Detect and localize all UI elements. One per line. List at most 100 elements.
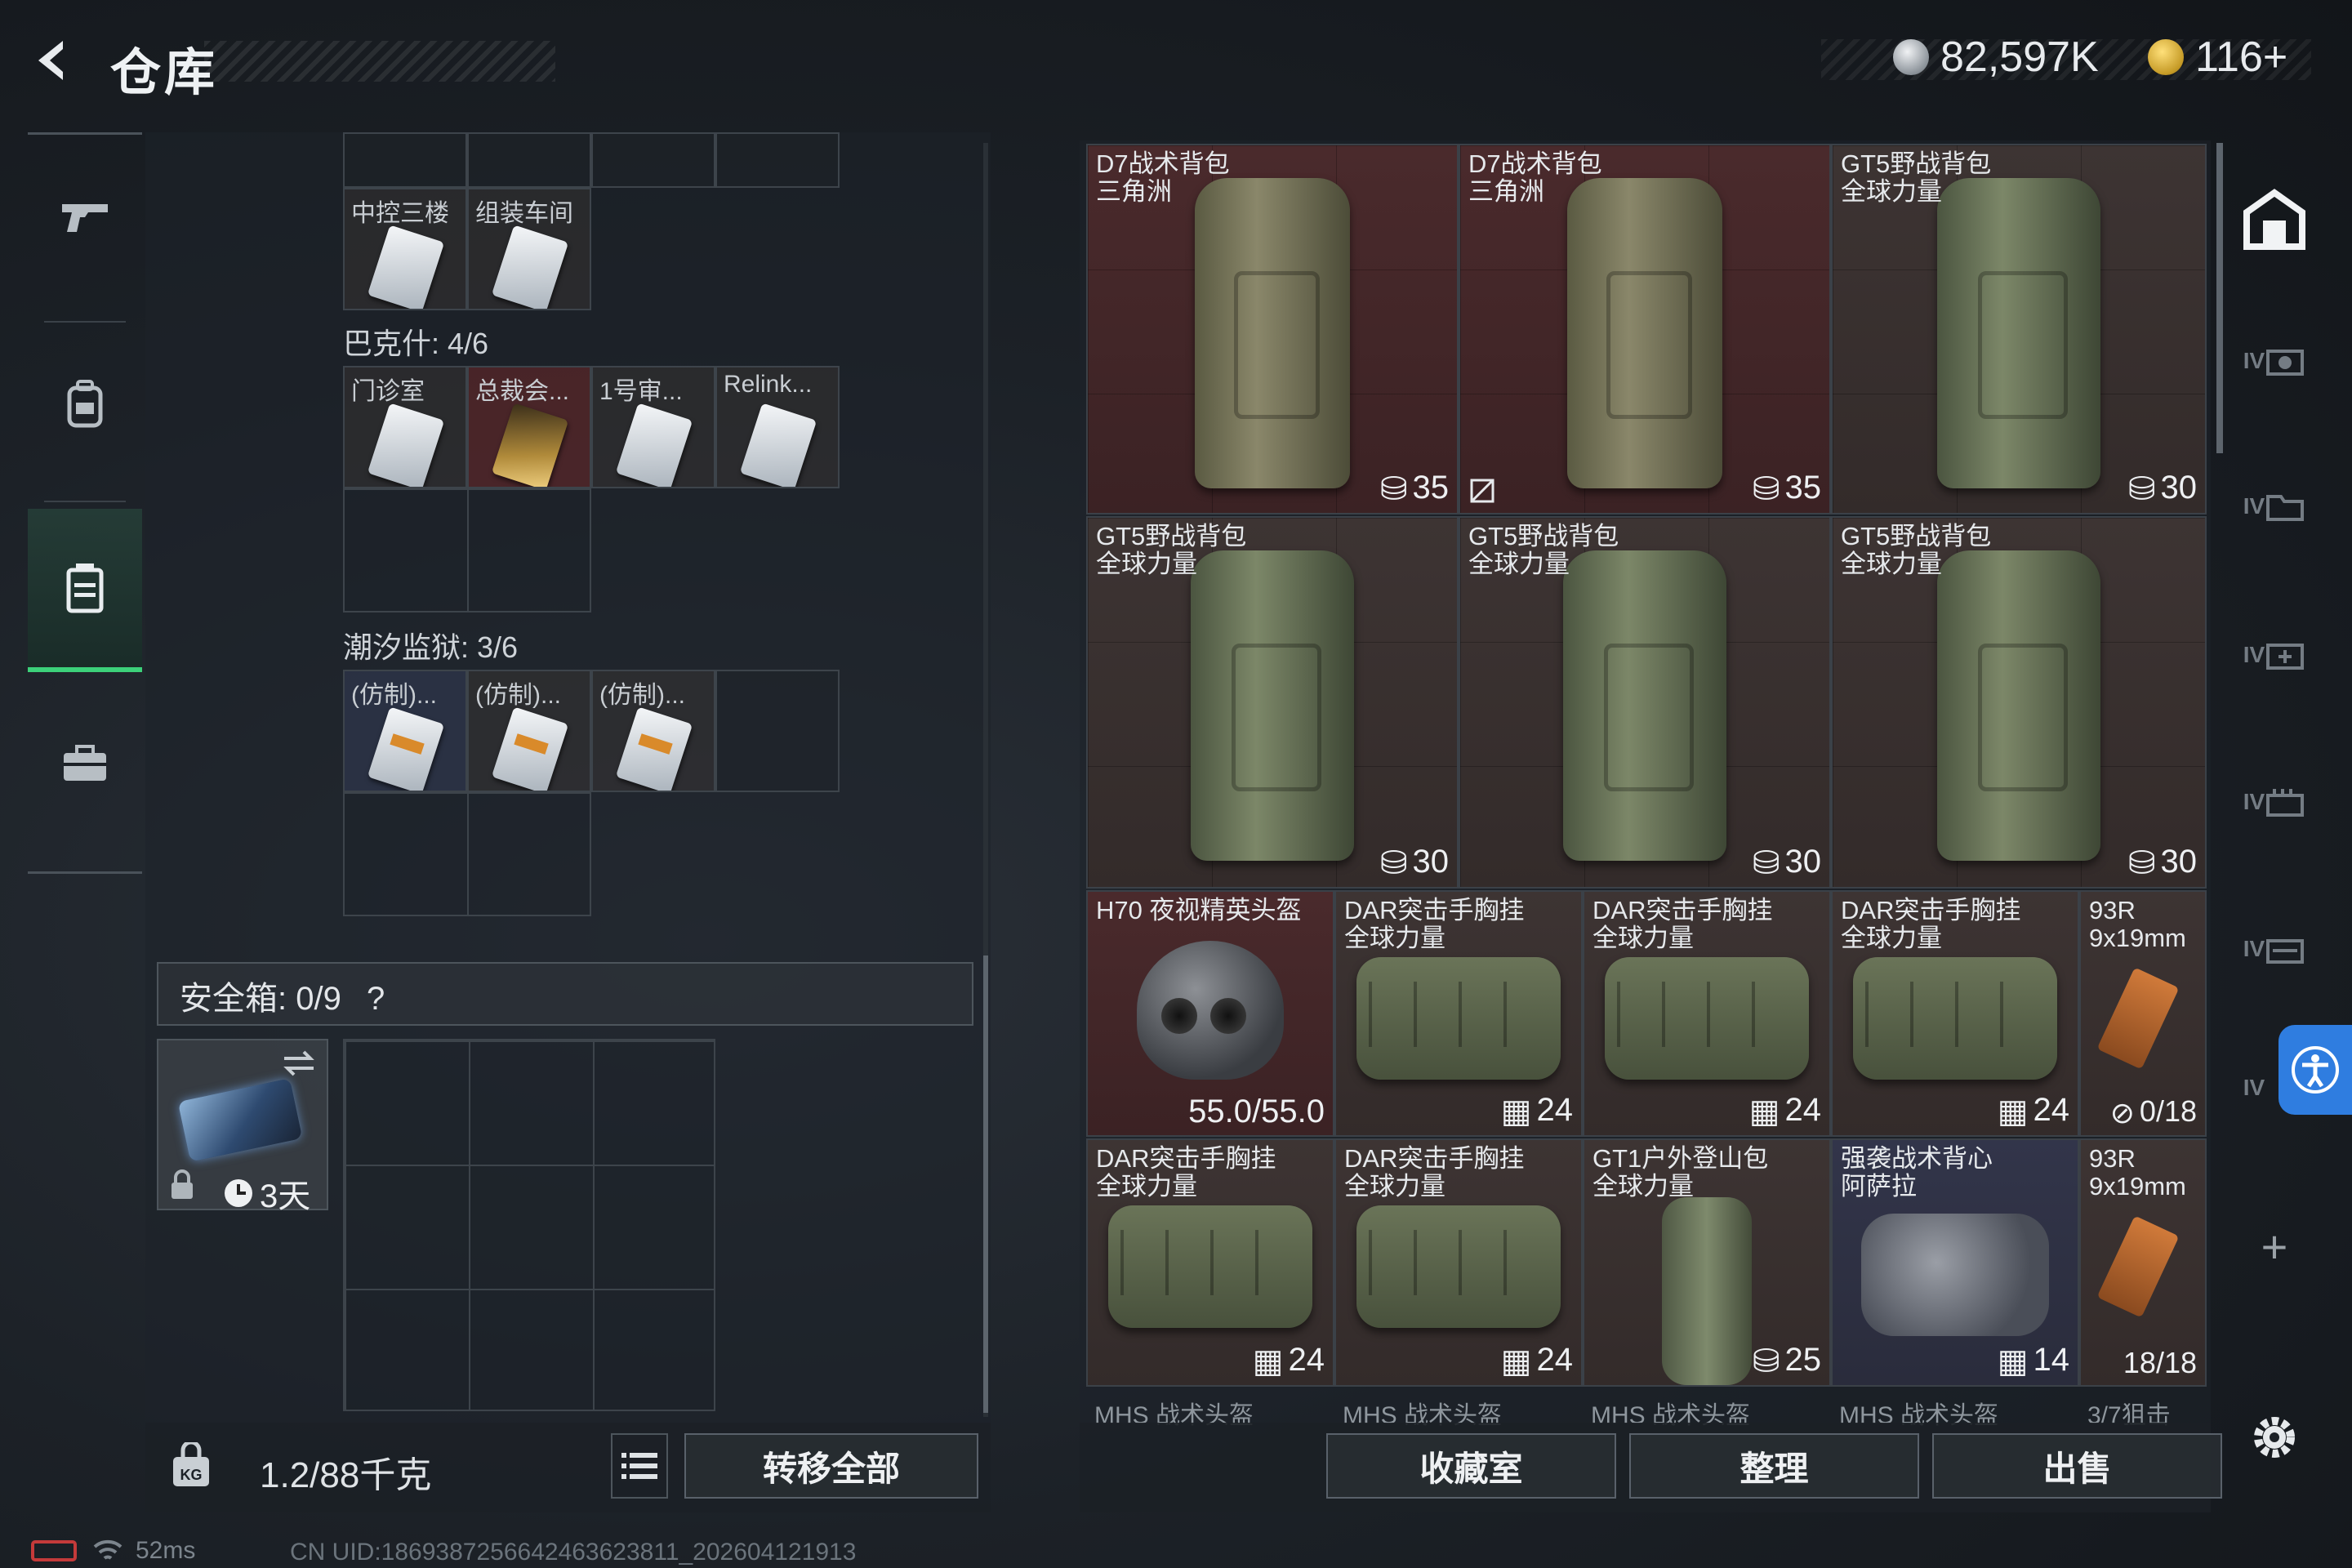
keycard-icon: [367, 225, 445, 309]
safe-case-icon: [177, 1078, 303, 1162]
inventory-item-93r-pistol[interactable]: 93R 9x19mm ⊘ 0/18: [2079, 890, 2207, 1137]
inventory-scrollbar-thumb[interactable]: [2216, 143, 2223, 453]
gold-currency[interactable]: 116+: [2148, 33, 2287, 82]
nav-equipment[interactable]: [28, 323, 142, 486]
silver-currency[interactable]: 82,597K: [1893, 33, 2099, 82]
storage-cell[interactable]: [343, 132, 467, 188]
keycard-cell[interactable]: (仿制)...: [467, 670, 591, 792]
item-name: D7战术背包 三角洲: [1468, 149, 1602, 206]
user-uid: CN UID:1869387256642463623811_2026041219…: [290, 1539, 857, 1566]
camera-box-icon: [2266, 350, 2305, 376]
storage-cell[interactable]: [715, 670, 840, 792]
list-view-button[interactable]: [611, 1433, 668, 1499]
item-capacity: ⛁ 35: [1752, 469, 1821, 507]
sort-button[interactable]: 整理: [1629, 1433, 1919, 1499]
storage-tab-6[interactable]: IV: [2234, 1047, 2274, 1129]
inventory-item-dar-rig[interactable]: DAR突击手胸挂 全球力量 ▦ 24: [1583, 890, 1831, 1137]
item-name: DAR突击手胸挂 全球力量: [1592, 896, 1773, 952]
keycard-cell[interactable]: 门诊室: [343, 366, 467, 488]
storage-tab-3[interactable]: IV: [2234, 614, 2315, 696]
storage-icon: [66, 564, 104, 613]
storage-tab-4[interactable]: IV: [2234, 761, 2315, 843]
chest-rig-icon: [1108, 1205, 1312, 1328]
weight-icon: KG: [173, 1442, 209, 1486]
storage-tab-1[interactable]: IV: [2234, 320, 2315, 402]
keycard-icon: [739, 403, 817, 487]
inventory-item-gt1-backpack[interactable]: GT1户外登山包 全球力量 ⛁ 25: [1583, 1138, 1831, 1387]
inventory-item-dar-rig[interactable]: DAR突击手胸挂 全球力量 ▦ 24: [1086, 1138, 1334, 1387]
storage-scrollbar-thumb[interactable]: [983, 956, 988, 1413]
chest-rig-icon: [1605, 957, 1809, 1080]
keycard-cell[interactable]: 中控三楼: [343, 188, 467, 310]
no-insure-icon: [1470, 479, 1494, 503]
inventory-item-dar-rig[interactable]: DAR突击手胸挂 全球力量 ▦ 24: [1334, 890, 1583, 1137]
warehouse-icon: [2243, 189, 2305, 250]
rig-capacity-icon: ▦: [1500, 1343, 1532, 1379]
item-capacity: ▦ 24: [1997, 1091, 2069, 1129]
inventory-item-assault-vest[interactable]: 强袭战术背心 阿萨拉 ▦ 14: [1831, 1138, 2079, 1387]
item-ammo: ⊘ 0/18: [2109, 1094, 2197, 1129]
keycard-cell[interactable]: Relink...: [715, 366, 840, 488]
item-capacity: ⛁ 25: [1752, 1341, 1821, 1379]
inventory-item-gt5-backpack[interactable]: GT5野战背包 全球力量 ⛁ 30: [1459, 516, 1831, 889]
keycard-name: 总裁会...: [475, 378, 570, 405]
chest-rig-icon: [1853, 957, 2057, 1080]
storage-tab-2[interactable]: IV: [2234, 466, 2315, 547]
safe-box-item[interactable]: 3天: [157, 1039, 328, 1214]
warehouse-tab[interactable]: [2234, 178, 2315, 260]
item-name: 93R 9x19mm: [2089, 1144, 2186, 1200]
backpack-icon: [1662, 1197, 1752, 1385]
storage-cell[interactable]: [591, 132, 715, 188]
medkit-icon: [2266, 644, 2305, 670]
inventory-item-d7-backpack[interactable]: D7战术背包 三角洲 ⛁ 35: [1459, 144, 1831, 514]
page-title: 仓库: [110, 45, 219, 101]
item-capacity: ⛁ 30: [1379, 843, 1449, 881]
keycard-cell[interactable]: (仿制)...: [591, 670, 715, 792]
item-capacity: ▦ 24: [1252, 1341, 1325, 1379]
storage-tab-5[interactable]: IV: [2234, 908, 2315, 990]
replica-keycard-icon: [491, 706, 569, 791]
inventory-item-dar-rig[interactable]: DAR突击手胸挂 全球力量 ▦ 24: [1334, 1138, 1583, 1387]
storage-cell[interactable]: [715, 132, 840, 188]
chest-rig-icon: [1356, 957, 1561, 1080]
item-ammo: 18/18: [2123, 1346, 2197, 1379]
capacity-icon: ⛁: [1752, 1343, 1780, 1379]
gun-icon: [62, 204, 108, 232]
storage-cell[interactable]: [467, 132, 591, 188]
keycard-cell[interactable]: (仿制)...: [343, 670, 467, 792]
bakesh-section-label: 巴克什: 4/6: [343, 327, 489, 360]
folder-icon: [2266, 495, 2305, 521]
collection-room-button[interactable]: 收藏室: [1326, 1433, 1616, 1499]
add-storage-button[interactable]: +: [2234, 1205, 2315, 1287]
svg-text:KG: KG: [180, 1467, 203, 1483]
inventory-item-gt5-backpack[interactable]: GT5野战背包 全球力量 ⛁ 30: [1831, 144, 2207, 514]
transfer-all-button[interactable]: 转移全部: [684, 1433, 978, 1499]
back-button[interactable]: [24, 29, 82, 91]
item-capacity: ▦ 14: [1997, 1341, 2069, 1379]
inventory-item-gt5-backpack[interactable]: GT5野战背包 全球力量 ⛁ 30: [1831, 516, 2207, 889]
help-icon[interactable]: ?: [367, 981, 385, 1017]
keycard-cell[interactable]: 总裁会...: [467, 366, 591, 488]
inventory-item-gt5-backpack[interactable]: GT5野战背包 全球力量 ⛁ 30: [1086, 516, 1459, 889]
safe-box-timer-text: 3天: [260, 1178, 311, 1214]
tab-tier: IV: [2243, 936, 2265, 961]
keycard-name: Relink...: [724, 371, 813, 398]
settings-button[interactable]: [2242, 1405, 2307, 1470]
inventory-item-dar-rig[interactable]: DAR突击手胸挂 全球力量 ▦ 24: [1831, 890, 2079, 1137]
sell-button[interactable]: 出售: [1932, 1433, 2222, 1499]
backpack-icon: [1563, 550, 1726, 861]
inventory-item-d7-backpack[interactable]: D7战术背包 三角洲 ⛁ 35: [1086, 144, 1459, 514]
keycard-cell[interactable]: 组装车间: [467, 188, 591, 310]
accessibility-button[interactable]: [2278, 1025, 2352, 1115]
keycard-cell[interactable]: 1号审...: [591, 366, 715, 488]
keycard-name: 门诊室: [351, 378, 425, 405]
silver-coin-icon: [1893, 39, 1929, 75]
inventory-item-93r-pistol[interactable]: 93R 9x19mm 18/18: [2079, 1138, 2207, 1387]
inventory-item-h70-helmet[interactable]: H70 夜视精英头盔 55.0/55.0: [1086, 890, 1334, 1137]
backpack-icon: [1937, 178, 2100, 488]
nav-weapons[interactable]: [28, 135, 142, 298]
nav-storage[interactable]: [28, 509, 142, 672]
pistol-icon: [2096, 967, 2180, 1070]
nav-toolbox[interactable]: [28, 682, 142, 845]
item-capacity: ▦ 24: [1500, 1091, 1573, 1129]
